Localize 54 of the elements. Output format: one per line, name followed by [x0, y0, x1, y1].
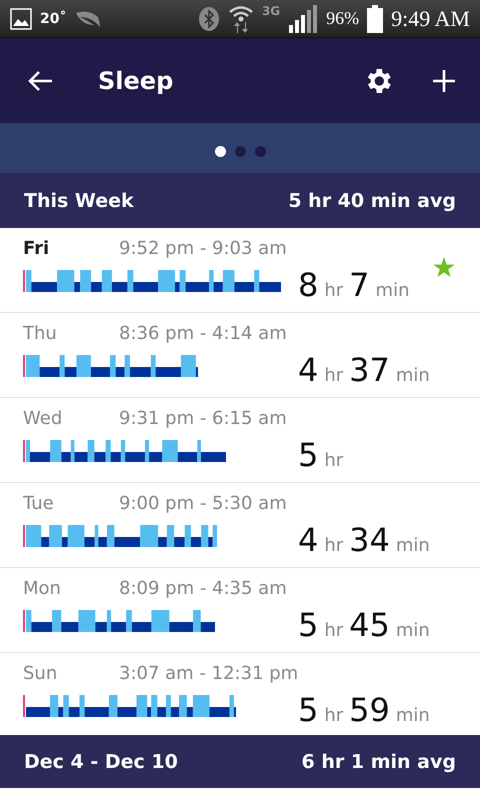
- duration-value: 4: [298, 351, 318, 389]
- page-title: Sleep: [98, 66, 174, 94]
- day-label: Wed: [23, 408, 64, 428]
- duration-unit: min: [396, 620, 430, 641]
- week-label: This Week: [24, 190, 134, 212]
- week-average: 5 hr 40 min avg: [288, 190, 456, 212]
- duration-unit: min: [396, 535, 430, 556]
- duration-unit: min: [396, 705, 430, 726]
- duration-value: 5: [298, 691, 318, 729]
- network-type-text: 3G: [262, 4, 280, 18]
- add-button[interactable]: [432, 68, 456, 92]
- day-label: Thu: [23, 322, 58, 344]
- time-range: 8:36 pm - 4:14 am: [119, 322, 288, 344]
- duration-value: 8: [298, 266, 318, 304]
- day-label: Sun: [23, 662, 58, 684]
- duration-value: 59: [349, 691, 390, 729]
- duration-unit: hr: [324, 450, 344, 471]
- battery-icon: [367, 4, 384, 32]
- image-icon: [10, 8, 32, 30]
- leaf-icon: [74, 8, 102, 28]
- time-range: 9:52 pm - 9:03 am: [119, 238, 288, 258]
- duration-unit: min: [376, 280, 410, 301]
- bluetooth-icon: [198, 6, 220, 30]
- back-button[interactable]: [28, 70, 54, 92]
- time-range: 9:00 pm - 5:30 am: [119, 492, 288, 514]
- time-range: 8:09 pm - 4:35 am: [119, 578, 288, 598]
- time-range: 3:07 am - 12:31 pm: [119, 662, 300, 684]
- duration-value: 37: [349, 351, 390, 389]
- day-label: Fri: [23, 238, 50, 258]
- duration-unit: hr: [324, 620, 344, 641]
- duration-value: 4: [298, 521, 318, 559]
- time-range: 9:31 pm - 6:15 am: [119, 408, 288, 428]
- range-average: 6 hr 1 min avg: [302, 750, 456, 772]
- duration-unit: hr: [324, 280, 344, 301]
- duration-value: 7: [349, 266, 370, 304]
- battery-percent-text: 96%: [326, 8, 360, 29]
- wifi-icon: [228, 4, 254, 32]
- duration-value: 45: [349, 606, 390, 644]
- duration-unit: min: [396, 365, 430, 386]
- duration-unit: hr: [324, 535, 344, 556]
- clock-text: 9:49 AM: [391, 6, 470, 32]
- day-label: Mon: [23, 578, 62, 598]
- duration-unit: hr: [324, 365, 344, 386]
- duration-value: 34: [349, 521, 390, 559]
- page-dot[interactable]: [214, 146, 226, 157]
- page-dot[interactable]: [234, 146, 246, 157]
- temperature-text: 20˚: [40, 10, 66, 26]
- page-dot[interactable]: [254, 146, 266, 157]
- signal-icon: [288, 4, 318, 32]
- date-range: Dec 4 - Dec 10: [24, 750, 178, 772]
- duration-value: 5: [298, 606, 318, 644]
- duration-value: 5: [298, 436, 318, 474]
- duration-unit: hr: [324, 705, 344, 726]
- day-label: Tue: [23, 492, 55, 514]
